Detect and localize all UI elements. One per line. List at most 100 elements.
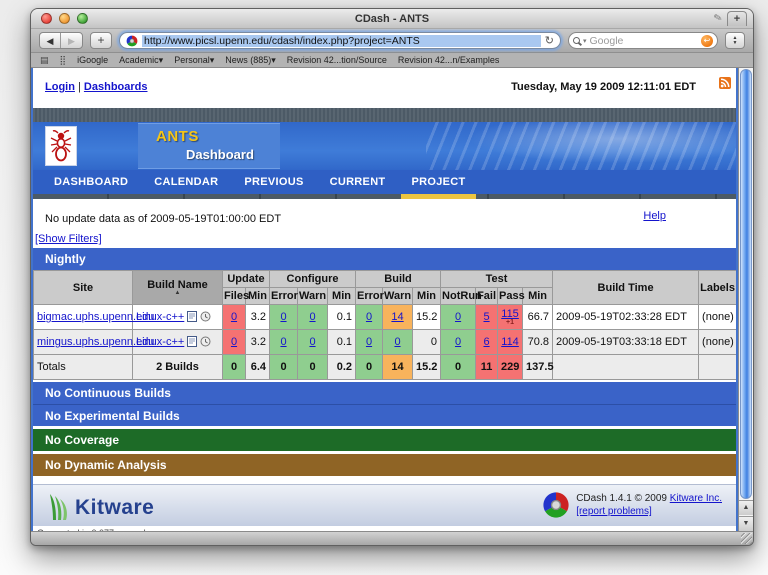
totals-build-count: 2 Builds xyxy=(132,354,223,380)
col-build-time[interactable]: Build Time xyxy=(552,270,700,305)
dashboards-link[interactable]: Dashboards xyxy=(84,81,148,93)
col-configure-error[interactable]: Error xyxy=(269,287,298,305)
tab-project[interactable]: PROJECT xyxy=(398,170,478,199)
bookmark-item[interactable]: Revision 42...n/Examples xyxy=(398,55,500,65)
col-test-notrun[interactable]: NotRun xyxy=(440,287,482,305)
page-up-down-button[interactable]: ▲ ▼ xyxy=(725,32,745,49)
scroll-down-button[interactable]: ▼ xyxy=(739,516,753,531)
configure-warn-link[interactable]: 0 xyxy=(309,336,315,348)
test-fail-link[interactable]: 5 xyxy=(483,311,489,323)
no-experimental-builds-bar: No Experimental Builds xyxy=(33,404,736,426)
build-warn-cell: 0 xyxy=(382,329,414,355)
col-build-name[interactable]: Build Name ▲ xyxy=(132,270,223,305)
build-note-icon[interactable] xyxy=(187,311,198,322)
zoom-window-button[interactable] xyxy=(77,13,88,24)
totals-label: Totals xyxy=(33,354,133,380)
login-link[interactable]: Login xyxy=(45,81,75,93)
bookmark-item[interactable]: Academic▾ xyxy=(119,55,163,66)
configure-error-link[interactable]: 0 xyxy=(280,311,286,323)
col-test-min[interactable]: Min xyxy=(522,287,554,305)
tab-calendar[interactable]: CALENDAR xyxy=(141,170,231,194)
col-build-min[interactable]: Min xyxy=(412,287,442,305)
test-fail-link[interactable]: 6 xyxy=(483,336,489,348)
build-warn-cell: 14 xyxy=(382,304,414,330)
scrollbar-thumb[interactable] xyxy=(740,69,752,499)
test-pass-link[interactable]: 114 xyxy=(501,336,519,348)
titlebar-right: ✎ + xyxy=(712,11,747,26)
build-history-icon[interactable] xyxy=(200,336,211,347)
header-separator: | xyxy=(78,81,81,93)
cdash-version: CDash 1.4.1 © 2009 xyxy=(576,493,670,504)
kitware-inc-link[interactable]: Kitware Inc. xyxy=(670,493,722,504)
build-history-icon[interactable] xyxy=(200,311,211,322)
reload-icon[interactable]: ↻ xyxy=(545,34,554,47)
col-labels[interactable]: Labels xyxy=(698,270,736,305)
url-text[interactable]: http://www.picsl.upenn.edu/cdash/index.p… xyxy=(142,34,541,47)
build-min-cell: 15.2 xyxy=(412,304,442,330)
update-files-link[interactable]: 0 xyxy=(231,336,237,348)
totals-test-fail: 11 xyxy=(475,354,499,380)
search-field[interactable]: ▾ Google ↩ xyxy=(568,32,718,49)
totals-test-min: 137.5 xyxy=(522,354,554,380)
scroll-up-button[interactable]: ▲ xyxy=(739,500,753,515)
col-test-pass[interactable]: Pass xyxy=(497,287,525,305)
build-warn-link[interactable]: 0 xyxy=(394,336,400,348)
build-error-link[interactable]: 0 xyxy=(366,311,372,323)
help-link[interactable]: Help xyxy=(643,210,666,222)
build-name-link[interactable]: Linux-c++ xyxy=(136,336,184,348)
back-button[interactable]: ◀ xyxy=(40,33,61,48)
close-window-button[interactable] xyxy=(41,13,52,24)
resize-grip[interactable] xyxy=(741,533,752,544)
build-time-cell: 2009-05-19T02:33:28 EDT xyxy=(552,304,700,330)
tab-current[interactable]: CURRENT xyxy=(317,170,399,194)
test-notrun-cell: 0 xyxy=(440,329,477,355)
address-bar[interactable]: http://www.picsl.upenn.edu/cdash/index.p… xyxy=(119,32,561,49)
test-notrun-link[interactable]: 0 xyxy=(455,336,461,348)
bookmark-item[interactable]: Revision 42...tion/Source xyxy=(287,55,387,65)
no-dynamic-analysis-bar: No Dynamic Analysis xyxy=(33,454,736,476)
col-build-error[interactable]: Error xyxy=(355,287,384,305)
test-pass-delta: +1 xyxy=(506,319,515,326)
col-update-files[interactable]: Files xyxy=(222,287,249,305)
tab-dashboard[interactable]: DASHBOARD xyxy=(41,170,141,194)
build-error-link[interactable]: 0 xyxy=(366,336,372,348)
col-build-warn[interactable]: Warn xyxy=(382,287,414,305)
vertical-scrollbar[interactable]: ▲ ▼ xyxy=(738,68,753,531)
project-title: ANTS xyxy=(156,128,199,145)
configure-warn-link[interactable]: 0 xyxy=(309,311,315,323)
project-banner: ANTS Dashboard xyxy=(33,122,736,170)
report-problems-link[interactable]: [report problems] xyxy=(576,506,652,517)
content-row: Login | Dashboards Tuesday, May 19 2009 … xyxy=(31,68,753,531)
bookmarks-book-icon[interactable]: ▤ xyxy=(40,55,49,66)
rss-icon[interactable] xyxy=(719,77,731,89)
add-bookmark-button[interactable]: + xyxy=(90,32,112,49)
search-options-caret-icon[interactable]: ▾ xyxy=(583,37,587,45)
build-note-icon[interactable] xyxy=(187,336,198,347)
history-buttons: ◀ ▶ xyxy=(39,32,83,49)
bookmark-item[interactable]: iGoogle xyxy=(77,55,108,65)
tab-previous[interactable]: PREVIOUS xyxy=(231,170,316,194)
bookmarks-grid-icon[interactable]: ⣿ xyxy=(60,55,67,66)
col-test-fail[interactable]: Fail xyxy=(475,287,499,305)
update-files-link[interactable]: 0 xyxy=(231,311,237,323)
totals-build-error: 0 xyxy=(355,354,384,380)
col-configure-min[interactable]: Min xyxy=(326,287,357,305)
browser-toolbar: ◀ ▶ + http://www.picsl.upenn.edu/cdash/i… xyxy=(31,29,753,53)
show-filters-link[interactable]: [Show Filters] xyxy=(35,233,102,245)
configure-error-link[interactable]: 0 xyxy=(280,336,286,348)
search-placeholder[interactable]: Google xyxy=(590,35,698,47)
minimize-window-button[interactable] xyxy=(59,13,70,24)
bookmark-item[interactable]: News (885)▾ xyxy=(225,55,276,66)
snapback-icon[interactable]: ↩ xyxy=(701,34,713,47)
col-configure-warn[interactable]: Warn xyxy=(297,287,328,305)
bookmark-item[interactable]: Personal▾ xyxy=(174,55,214,66)
kitware-logo[interactable]: Kitware xyxy=(49,492,154,520)
col-site[interactable]: Site xyxy=(33,270,133,305)
ant-icon xyxy=(50,130,72,162)
build-name-link[interactable]: Linux-c++ xyxy=(136,311,184,323)
col-update-min[interactable]: Min xyxy=(245,287,270,305)
test-notrun-link[interactable]: 0 xyxy=(455,311,461,323)
forward-button[interactable]: ▶ xyxy=(61,33,82,48)
new-tab-button[interactable]: + xyxy=(727,11,747,26)
build-warn-link[interactable]: 14 xyxy=(391,311,403,323)
